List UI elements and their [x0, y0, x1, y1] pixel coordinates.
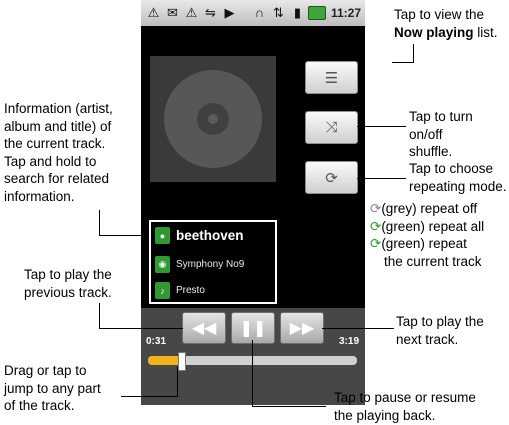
leader-line [357, 126, 406, 127]
warning-icon: ⚠ [147, 4, 160, 20]
shuffle-button[interactable]: ⤨ [305, 111, 358, 144]
playback-controls: ◀◀ ❚❚ ▶▶ 0:31 3:19 [141, 308, 365, 405]
track-info[interactable]: ● beethoven ◉ Symphony No9 ♪ Presto [149, 220, 277, 304]
repeat-icon: ⟳ [325, 169, 338, 187]
headphones-icon: ∩ [254, 5, 265, 20]
disc-icon [164, 70, 262, 168]
album-art [150, 56, 276, 182]
artist-icon: ● [155, 227, 170, 244]
annotation-shuffle: Tap to turn on/off shuffle. [409, 109, 473, 159]
next-icon: ▶▶ [289, 320, 315, 337]
pause-button[interactable]: ❚❚ [231, 312, 275, 344]
status-time: 11:27 [330, 5, 361, 20]
mail-crossed-icon: ✉ [167, 4, 178, 20]
previous-icon: ◀◀ [191, 320, 217, 337]
music-player-screen: ⚠ ✉ ⚠ ⇋ ▶ ∩ ⇅ ▮ 11:27 ☰ ⤨ ⟳ ● beethoven … [141, 0, 365, 405]
status-left-icons: ⚠ ✉ ⚠ ⇋ ▶ [145, 4, 238, 21]
leader-line [322, 328, 394, 329]
leader-line [413, 44, 414, 63]
leader-line [177, 367, 178, 397]
annotation-pause: Tap to pause or resume the playing back. [334, 390, 476, 423]
leader-line [252, 340, 253, 407]
title-row: ♪ Presto [155, 282, 205, 299]
leader-line [252, 406, 326, 407]
annotation-repeat: Tap to choose repeating mode. [409, 161, 507, 194]
play-icon: ▶ [224, 4, 235, 20]
leader-line [357, 178, 406, 179]
leader-line [99, 328, 183, 329]
artist-row: ● beethoven [155, 227, 244, 244]
song-title: Presto [176, 285, 205, 296]
shuffle-icon: ⤨ [325, 119, 338, 136]
next-button[interactable]: ▶▶ [280, 312, 324, 344]
now-playing-list-button[interactable]: ☰ [305, 61, 358, 94]
seek-thumb[interactable] [177, 352, 186, 371]
album-icon: ◉ [155, 256, 170, 273]
leader-line [121, 396, 177, 397]
status-right-icons: ∩ ⇅ ▮ 11:27 [251, 4, 361, 21]
annotation-seek: Drag or tap to jump to any part of the t… [4, 363, 101, 413]
annotation-next: Tap to play the next track. [396, 314, 484, 347]
artist-name: beethoven [176, 228, 244, 243]
previous-button[interactable]: ◀◀ [182, 312, 226, 344]
leader-line [99, 210, 100, 235]
leader-line [99, 303, 100, 328]
pause-icon: ❚❚ [239, 320, 267, 337]
repeat-grey-icon: ⟳ [370, 201, 382, 216]
repeat-button[interactable]: ⟳ [305, 161, 358, 194]
now-playing-bold: Now playing [394, 24, 474, 40]
elapsed-time: 0:31 [146, 336, 167, 347]
total-time: 3:19 [338, 336, 359, 347]
annotation-track-info: Information (artist, album and title) of… [4, 101, 113, 204]
repeat-green-icon: ⟳ [370, 218, 382, 234]
album-row: ◉ Symphony No9 [155, 256, 244, 273]
repeat-legend: ⟳(grey) repeat off ⟳(green) repeat all ⟳… [370, 201, 485, 269]
song-icon: ♪ [155, 282, 170, 299]
usb-icon: ⇋ [205, 4, 216, 20]
mobile-data-icon: ⇅ [273, 4, 284, 20]
progress-fill [148, 356, 181, 365]
status-bar: ⚠ ✉ ⚠ ⇋ ▶ ∩ ⇅ ▮ 11:27 [141, 0, 365, 26]
battery-icon [307, 5, 326, 20]
annotation-previous: Tap to play the previous track. [24, 267, 112, 300]
signal-icon: ▮ [293, 4, 302, 20]
leader-line [392, 62, 414, 63]
repeat-one-green-icon: ⟳ [370, 236, 382, 251]
warning-icon: ⚠ [185, 4, 198, 20]
annotation-now-playing: Tap to view the Now playing list. [394, 7, 498, 40]
album-name: Symphony No9 [176, 259, 245, 270]
list-icon: ☰ [324, 69, 339, 87]
leader-line [99, 235, 149, 236]
